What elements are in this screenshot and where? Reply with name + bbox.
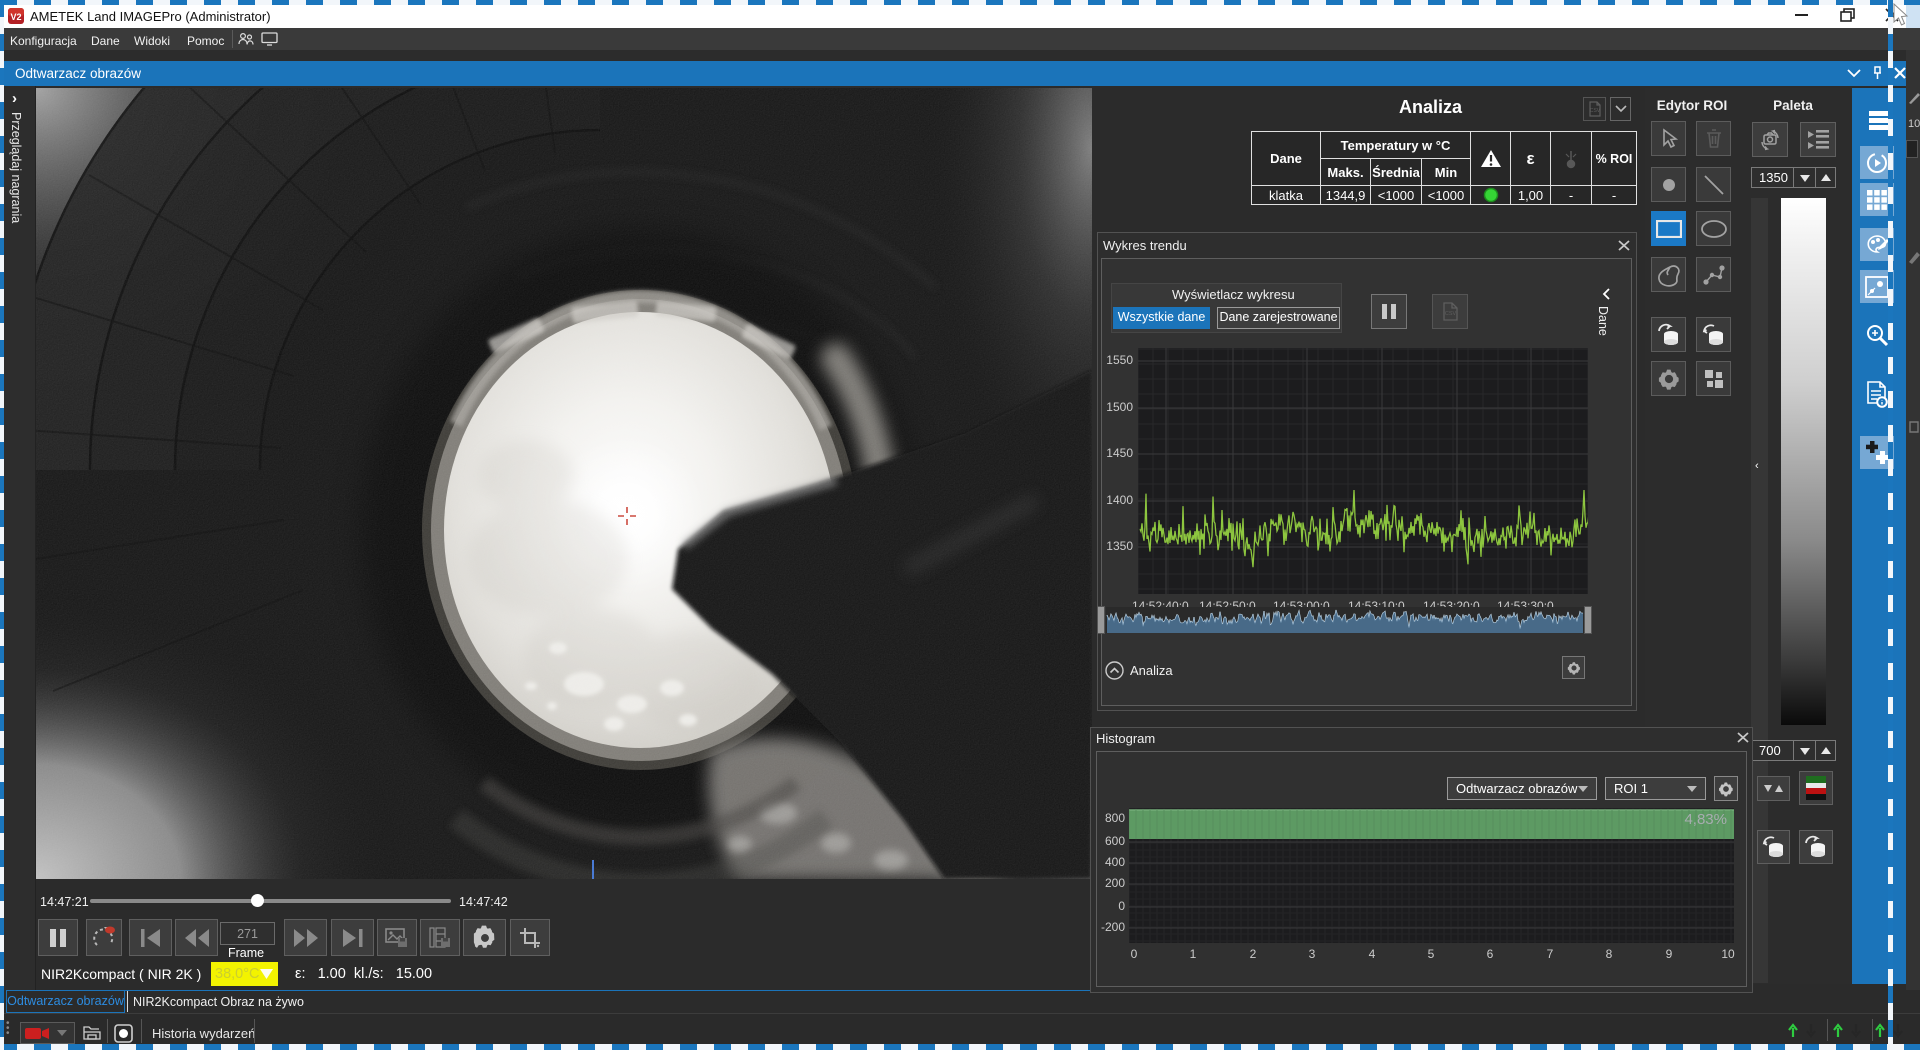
- svg-text:CSV: CSV: [1444, 311, 1456, 317]
- svg-text:CSV: CSV: [1589, 108, 1600, 114]
- svg-text:V2: V2: [10, 12, 21, 22]
- svg-text:4,83%: 4,83%: [1684, 811, 1727, 828]
